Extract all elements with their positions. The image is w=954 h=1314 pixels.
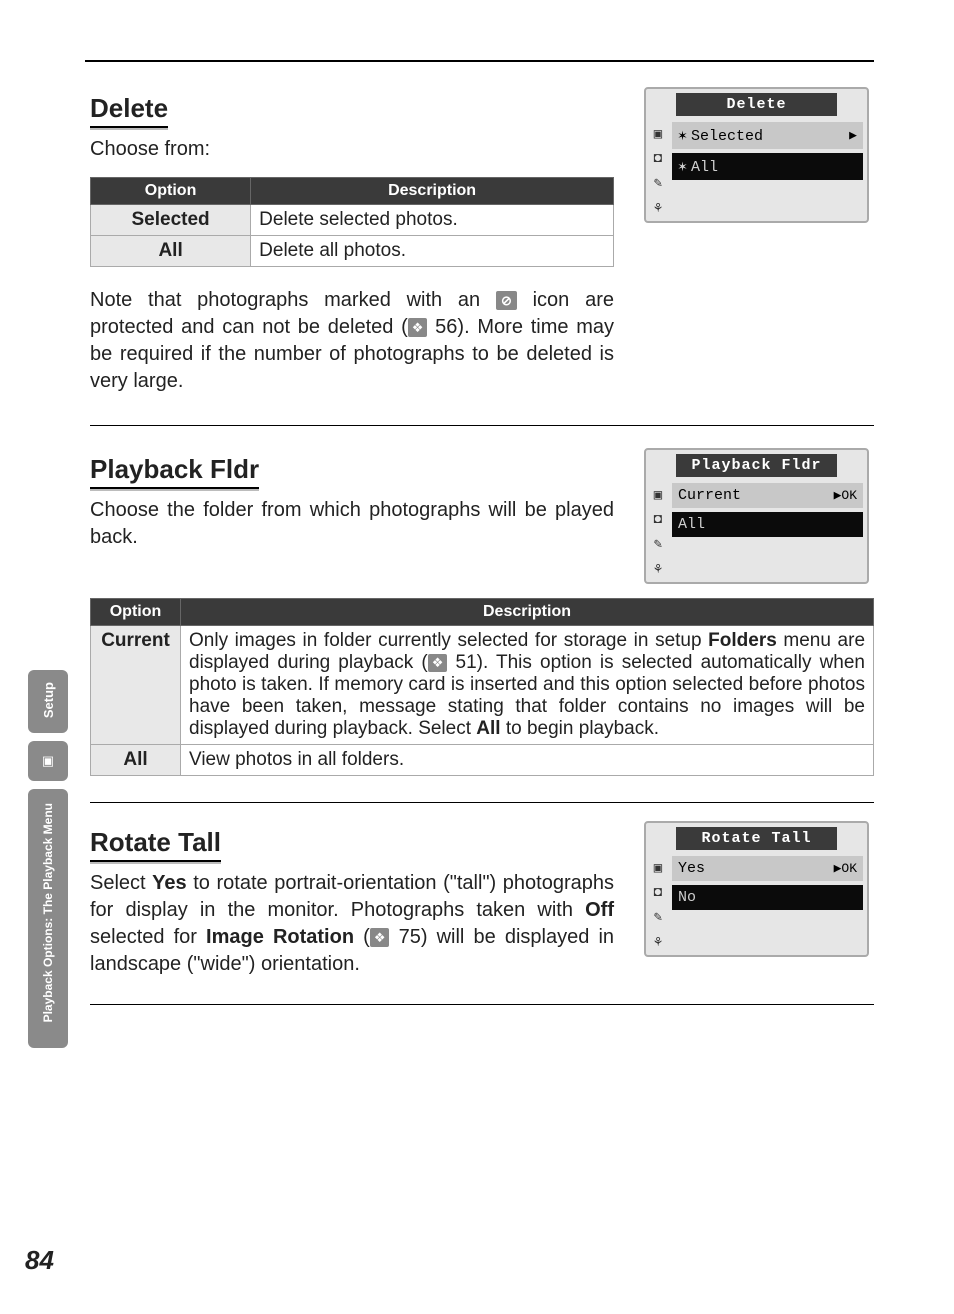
text-bold: Off — [585, 899, 614, 921]
playback-fldr-intro: Choose the folder from which photographs… — [90, 497, 614, 551]
text-bold: All — [476, 718, 500, 739]
table-row: All Delete all photos. — [91, 236, 614, 267]
header-option: Option — [91, 178, 251, 205]
header-option: Option — [91, 599, 181, 626]
lcd-side-icon: ✎ — [646, 532, 670, 557]
option-desc: Delete selected photos. — [251, 205, 614, 236]
rotate-tall-intro: Select Yes to rotate portrait-orientatio… — [90, 870, 614, 978]
lcd-item[interactable]: ✶All — [672, 153, 863, 180]
delete-intro: Choose from: — [90, 136, 614, 163]
text: to begin playback. — [501, 718, 659, 739]
table-row: Current Only images in folder currently … — [91, 626, 874, 745]
side-tab-breadcrumb: Playback Options: The Playback Menu — [28, 789, 68, 1047]
playback-fldr-heading: Playback Fldr — [90, 454, 259, 489]
section-divider — [90, 425, 874, 426]
lcd-item-pre-icon: ✶ — [678, 128, 687, 145]
lcd-side-icon: ▣ — [646, 122, 670, 147]
side-tab-setup: Setup — [28, 670, 68, 733]
lcd-side-icon: ✎ — [646, 171, 670, 196]
lcd-title: Delete — [676, 93, 837, 116]
table-header-row: Option Description — [91, 599, 874, 626]
lcd-item[interactable]: No — [672, 885, 863, 910]
lcd-item[interactable]: All — [672, 512, 863, 537]
lcd-side-icon: ⚘ — [646, 196, 670, 221]
playback-icon: ▣ — [42, 753, 54, 768]
lcd-sidebar: ▣ ◘ ✎ ⚘ — [646, 856, 670, 955]
lcd-sidebar: ▣ ◘ ✎ ⚘ — [646, 483, 670, 582]
lcd-item-selected[interactable]: Yes ▶OK — [672, 856, 863, 881]
lcd-side-icon: ▣ — [646, 483, 670, 508]
lcd-item-label: All — [678, 516, 705, 533]
option-name: All — [91, 236, 251, 267]
lcd-item-selected[interactable]: Current ▶OK — [672, 483, 863, 508]
option-desc: Only images in folder currently selected… — [181, 626, 874, 745]
option-name: Selected — [91, 205, 251, 236]
playback-fldr-options-table: Option Description Current Only images i… — [90, 598, 874, 776]
section-divider — [90, 1004, 874, 1005]
side-tab-playback-icon: ▣ — [28, 741, 68, 781]
option-desc: View photos in all folders. — [181, 745, 874, 776]
rotate-tall-lcd-mockup: Rotate Tall ▣ ◘ ✎ ⚘ Yes ▶OK No — [644, 821, 869, 957]
option-name: Current — [91, 626, 181, 745]
lcd-side-icon: ⚘ — [646, 930, 670, 955]
table-row: All View photos in all folders. — [91, 745, 874, 776]
lcd-side-icon: ◘ — [646, 508, 670, 532]
lcd-item-pre-icon: ✶ — [678, 159, 687, 176]
header-description: Description — [251, 178, 614, 205]
lcd-item-label: Selected — [691, 128, 763, 145]
side-tab-setup-label: Setup — [41, 682, 56, 718]
lcd-side-icon: ◘ — [646, 147, 670, 171]
delete-heading: Delete — [90, 93, 168, 128]
text: selected for — [90, 926, 206, 948]
lcd-item-label: No — [678, 889, 696, 906]
page-number: 84 — [25, 1245, 54, 1276]
ok-arrow-icon: ▶OK — [834, 488, 857, 503]
ok-arrow-icon: ▶OK — [834, 861, 857, 876]
protect-icon: ⊘ — [496, 291, 517, 311]
lcd-item-label: All — [691, 159, 718, 176]
option-name: All — [91, 745, 181, 776]
lcd-list: Current ▶OK All — [672, 483, 867, 549]
text-bold: Image Rotation — [206, 926, 354, 948]
text: Select — [90, 872, 152, 894]
lcd-side-icon: ▣ — [646, 856, 670, 881]
table-row: Selected Delete selected photos. — [91, 205, 614, 236]
lcd-list: Yes ▶OK No — [672, 856, 867, 922]
option-desc: Delete all photos. — [251, 236, 614, 267]
text-bold: Folders — [708, 630, 777, 651]
text: Only images in folder currently selected… — [189, 630, 708, 651]
lcd-item-label: Yes — [678, 860, 705, 877]
lcd-sidebar: ▣ ◘ ✎ ⚘ — [646, 122, 670, 221]
delete-lcd-mockup: Delete ▣ ◘ ✎ ⚘ ✶Selected ▶ ✶All — [644, 87, 869, 223]
table-header-row: Option Description — [91, 178, 614, 205]
playback-fldr-lcd-mockup: Playback Fldr ▣ ◘ ✎ ⚘ Current ▶OK All — [644, 448, 869, 584]
text-bold: Yes — [152, 872, 186, 894]
header-description: Description — [181, 599, 874, 626]
side-tab-container: Setup ▣ Playback Options: The Playback M… — [28, 670, 68, 1056]
lcd-title: Rotate Tall — [676, 827, 837, 850]
lcd-item-selected[interactable]: ✶Selected ▶ — [672, 122, 863, 149]
lcd-side-icon: ◘ — [646, 881, 670, 905]
side-tab-breadcrumb-label: Playback Options: The Playback Menu — [41, 803, 55, 1022]
lcd-title: Playback Fldr — [676, 454, 837, 477]
lcd-side-icon: ✎ — [646, 905, 670, 930]
text: Note that photographs marked with an — [90, 289, 496, 311]
page-ref-icon: ❖ — [408, 318, 428, 338]
delete-note: Note that photographs marked with an ⊘ i… — [90, 287, 614, 395]
lcd-side-icon: ⚘ — [646, 557, 670, 582]
rotate-tall-heading: Rotate Tall — [90, 827, 221, 862]
page-top-rule — [85, 60, 874, 62]
text: ( — [354, 926, 370, 948]
page-ref-icon: ❖ — [428, 654, 448, 672]
lcd-item-label: Current — [678, 487, 741, 504]
chevron-right-icon: ▶ — [849, 128, 857, 143]
page-ref-icon: ❖ — [370, 928, 390, 948]
lcd-list: ✶Selected ▶ ✶All — [672, 122, 867, 192]
delete-options-table: Option Description Selected Delete selec… — [90, 177, 614, 267]
section-divider — [90, 802, 874, 803]
